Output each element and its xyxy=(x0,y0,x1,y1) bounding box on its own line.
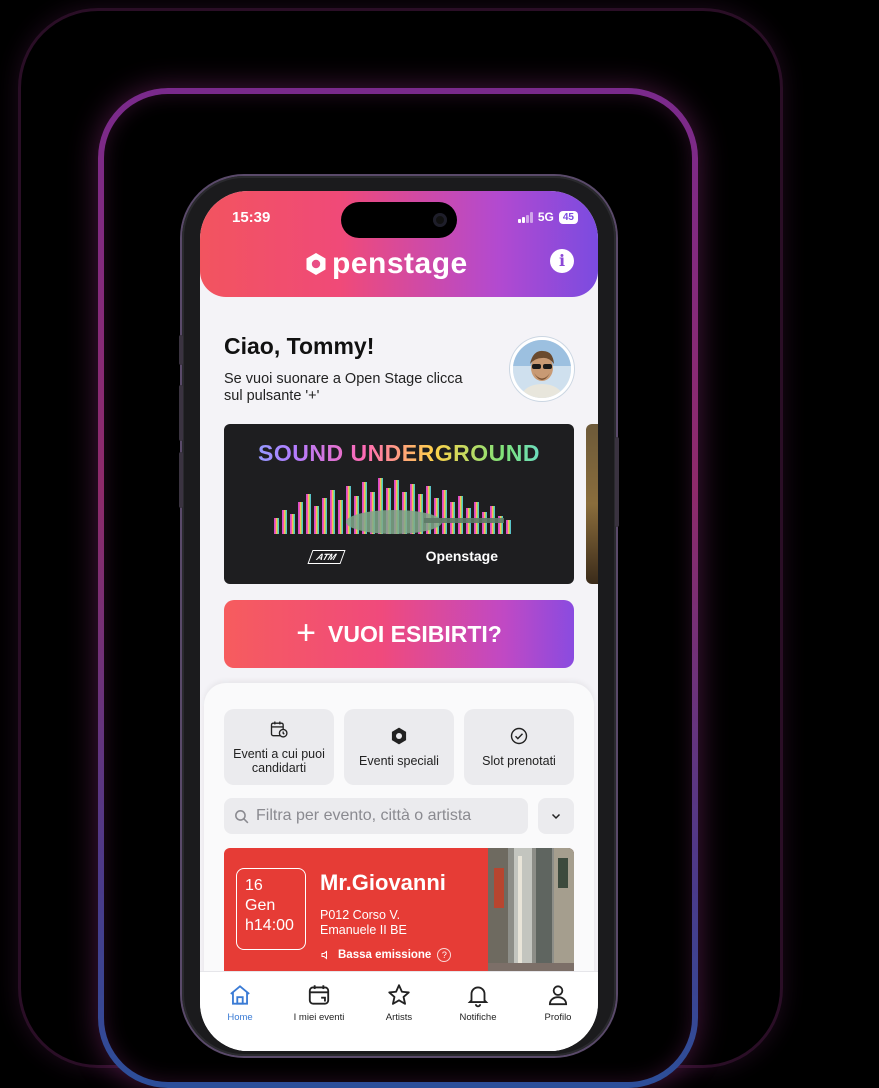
chip-label: Eventi a cui puoi candidarti xyxy=(233,747,325,775)
battery-icon: 45 xyxy=(558,210,578,224)
avatar[interactable] xyxy=(510,337,574,401)
banner-title: SOUND UNDERGROUND xyxy=(224,440,574,467)
star-icon xyxy=(388,984,410,1005)
user-photo-icon xyxy=(513,340,571,398)
bottom-tab-bar: Home I miei eventi Artists Notifiche Pro… xyxy=(200,971,598,1051)
phone-volume-down xyxy=(179,452,183,508)
tab-my-events[interactable]: I miei eventi xyxy=(279,982,359,1023)
app-header: 15:39 5G 45 penstage i xyxy=(200,191,598,297)
help-icon[interactable]: ? xyxy=(437,948,452,962)
tab-profile[interactable]: Profilo xyxy=(518,982,598,1023)
phone-volume-up xyxy=(179,385,183,441)
equalizer-guitar-icon xyxy=(274,478,511,534)
category-booked-slots[interactable]: Slot prenotati xyxy=(464,709,574,785)
next-banner-peek[interactable] xyxy=(586,424,598,584)
app-screen: 15:39 5G 45 penstage i Ciao, Tommy! Se v… xyxy=(200,191,598,1051)
event-address: P012 Corso V. Emanuele II BE xyxy=(320,908,407,937)
greeting-title: Ciao, Tommy! xyxy=(224,333,375,359)
speaker-icon xyxy=(321,950,327,960)
cta-label: VUOI ESIBIRTI? xyxy=(328,620,502,647)
tab-home[interactable]: Home xyxy=(200,982,280,1023)
search-bar[interactable] xyxy=(224,798,528,834)
greeting-subtitle: Se vuoi suonare a Open Stage clicca sul … xyxy=(224,371,463,404)
event-card[interactable]: 16 Gen h14:00 Mr.Giovanni P012 Corso V. … xyxy=(224,848,574,983)
event-photo xyxy=(488,848,574,983)
logo-text: penstage xyxy=(332,247,468,280)
tab-label: Artists xyxy=(385,1012,413,1023)
network-label: 5G xyxy=(537,210,554,224)
tab-label: I miei eventi xyxy=(293,1012,345,1023)
calendar-clock-icon xyxy=(270,721,288,738)
category-special-events[interactable]: Eventi speciali xyxy=(344,709,454,785)
tab-notifications[interactable]: Notifiche xyxy=(438,982,518,1023)
event-date-box: 16 Gen h14:00 xyxy=(236,868,306,950)
perform-cta-button[interactable]: + VUOI ESIBIRTI? xyxy=(224,600,574,668)
tab-label: Notifiche xyxy=(459,1012,497,1023)
tab-label: Profilo xyxy=(544,1012,572,1023)
banner-brand: Openstage xyxy=(425,548,498,564)
search-icon xyxy=(235,809,249,823)
dynamic-island xyxy=(341,202,457,238)
phone-power-button xyxy=(615,437,619,527)
profile-icon xyxy=(548,985,568,1006)
street-photo-icon xyxy=(488,848,574,983)
signal-icon xyxy=(517,211,533,223)
event-title: Mr.Giovanni xyxy=(320,870,446,895)
phone-side-button xyxy=(179,335,183,365)
event-time: h14:00 xyxy=(245,917,294,934)
openstage-badge-icon xyxy=(391,727,407,745)
chip-label: Eventi speciali xyxy=(359,754,439,768)
plus-icon: + xyxy=(296,613,317,652)
search-input[interactable] xyxy=(256,807,526,825)
promo-banner[interactable]: SOUND UNDERGROUND ATM Openstage xyxy=(224,424,574,584)
chevron-down-icon xyxy=(551,813,561,820)
event-day: 16 xyxy=(245,877,263,894)
app-logo: penstage xyxy=(304,247,468,281)
camera-icon xyxy=(433,213,447,227)
status-indicators: 5G 45 xyxy=(517,210,578,224)
tab-label: Home xyxy=(227,1012,253,1023)
check-circle-icon xyxy=(510,727,528,745)
eco-label: Bassa emissione xyxy=(338,949,432,961)
filter-dropdown-button[interactable] xyxy=(538,798,574,834)
home-icon xyxy=(230,985,250,1005)
tab-artists[interactable]: Artists xyxy=(359,982,439,1023)
event-month: Gen xyxy=(245,897,276,914)
calendar-icon xyxy=(308,985,330,1005)
bell-icon xyxy=(467,986,489,1008)
openstage-logo-icon xyxy=(306,253,326,275)
category-apply-events[interactable]: Eventi a cui puoi candidarti xyxy=(224,709,334,785)
eco-badge: Bassa emissione ? xyxy=(320,948,452,962)
chip-label: Slot prenotati xyxy=(482,754,556,768)
info-icon[interactable]: i xyxy=(550,249,574,273)
partner-logo: ATM xyxy=(307,550,346,564)
status-time: 15:39 xyxy=(232,209,271,226)
